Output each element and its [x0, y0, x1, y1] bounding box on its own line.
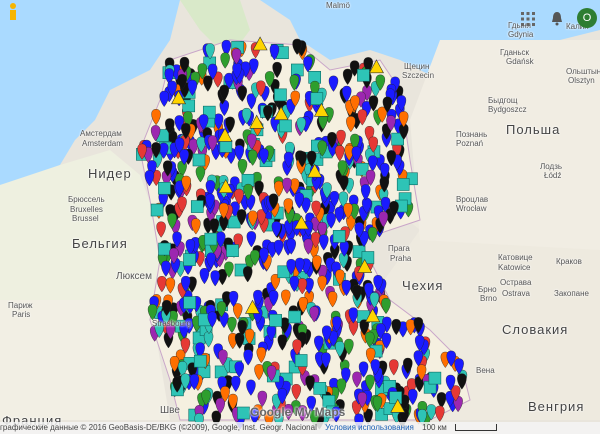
label-olsztyn-ru: Ольштын [566, 67, 600, 76]
label-wroclaw-ru: Вроцлав [456, 195, 489, 204]
label-lodz: Łódź [544, 171, 562, 180]
label-hungary: Венгрия [528, 399, 585, 414]
info-icon[interactable] [6, 2, 20, 22]
google-my-maps-logo: Google My Maps [250, 405, 346, 419]
label-vienna: Вена [476, 366, 495, 375]
label-strasbourg: Strasbourg [152, 319, 192, 328]
map-marker-square[interactable] [150, 203, 164, 217]
label-prague-ru: Прага [388, 244, 410, 253]
label-brno-ru: Брно [478, 285, 497, 294]
user-avatar[interactable]: O [577, 8, 597, 28]
label-switzerland: Шве [160, 405, 180, 416]
label-brno: Brno [480, 294, 497, 303]
map-marker-square[interactable] [158, 181, 171, 195]
map-marker-square[interactable] [193, 354, 207, 368]
map-marker-square[interactable] [310, 92, 324, 105]
label-bydgoszcz-ru: Быдгощ [488, 96, 518, 105]
label-katowice-ru: Катовице [498, 253, 533, 262]
map-marker-square[interactable] [294, 354, 308, 367]
label-gdansk-ru: Гданьск [500, 48, 529, 57]
map-marker-square[interactable] [219, 140, 233, 153]
label-poland: Польша [506, 122, 561, 137]
scale-label: 100 км [422, 423, 447, 432]
label-bydgoszcz: Bydgoszcz [488, 105, 527, 114]
label-amsterdam-ru: Амстердам [80, 129, 122, 138]
label-ostrava: Ostrava [502, 289, 531, 298]
label-brussels: Bruxelles [70, 205, 103, 214]
scale-bar [454, 424, 497, 432]
map-marker-square[interactable] [183, 296, 196, 309]
map-marker-square[interactable] [204, 232, 218, 246]
label-katowice: Katowice [498, 263, 531, 272]
map-marker-square[interactable] [332, 230, 346, 243]
bell-icon[interactable] [551, 12, 563, 26]
terms-link[interactable]: Условия использования [325, 423, 414, 432]
map-marker-square[interactable] [269, 314, 282, 327]
attribution: графические данные © 2016 GeoBasis-DE/BK… [0, 423, 317, 432]
label-belgium: Бельгия [72, 236, 128, 251]
map-marker-square[interactable] [274, 88, 287, 102]
map-marker-square[interactable] [428, 371, 442, 385]
label-paris-ru: Париж [8, 301, 33, 310]
map-marker-square[interactable] [190, 200, 204, 213]
map-marker-square[interactable] [389, 391, 402, 404]
map-marker-square[interactable] [279, 119, 292, 133]
label-krakow: Краков [556, 257, 582, 266]
label-czech: Чехия [402, 278, 444, 293]
label-lodz-ru: Лодзь [540, 162, 563, 171]
label-gdynia: Gdynia [508, 30, 534, 39]
label-poznan: Poznań [456, 139, 484, 148]
label-brussel: Brussel [72, 214, 99, 223]
label-brussels-ru: Брюссель [68, 195, 105, 204]
label-luxembourg: Люксем [116, 271, 152, 282]
map-marker-square[interactable] [357, 68, 370, 82]
map-marker-square[interactable] [396, 178, 410, 191]
map-marker-square[interactable] [313, 382, 327, 395]
map-marker-square[interactable] [226, 244, 239, 257]
map-marker-square[interactable] [158, 242, 171, 256]
label-szczecin: Szczecin [402, 71, 435, 80]
label-szczecin-ru: Щецин [404, 62, 430, 71]
apps-grid-icon[interactable] [521, 12, 535, 26]
label-zakopane: Закопане [554, 289, 589, 298]
label-prague: Praha [390, 254, 412, 263]
label-amsterdam: Amsterdam [82, 139, 123, 148]
map-marker-square[interactable] [192, 153, 206, 167]
label-gdansk: Gdańsk [506, 57, 534, 66]
map-marker-square[interactable] [288, 310, 301, 324]
label-wroclaw: Wrocław [456, 204, 487, 213]
map-marker-square[interactable] [237, 406, 250, 420]
label-malmo: Malmö [326, 1, 351, 10]
label-poznan-ru: Познань [456, 130, 488, 139]
label-ostrava-ru: Острава [500, 278, 532, 287]
label-paris: Paris [12, 310, 31, 319]
label-slovakia: Словакия [502, 322, 569, 337]
label-netherlands: Нидер [88, 166, 132, 181]
map-marker-square[interactable] [183, 253, 196, 266]
label-olsztyn: Olsztyn [568, 76, 595, 85]
map-footer: графические данные © 2016 GeoBasis-DE/BK… [0, 422, 600, 434]
